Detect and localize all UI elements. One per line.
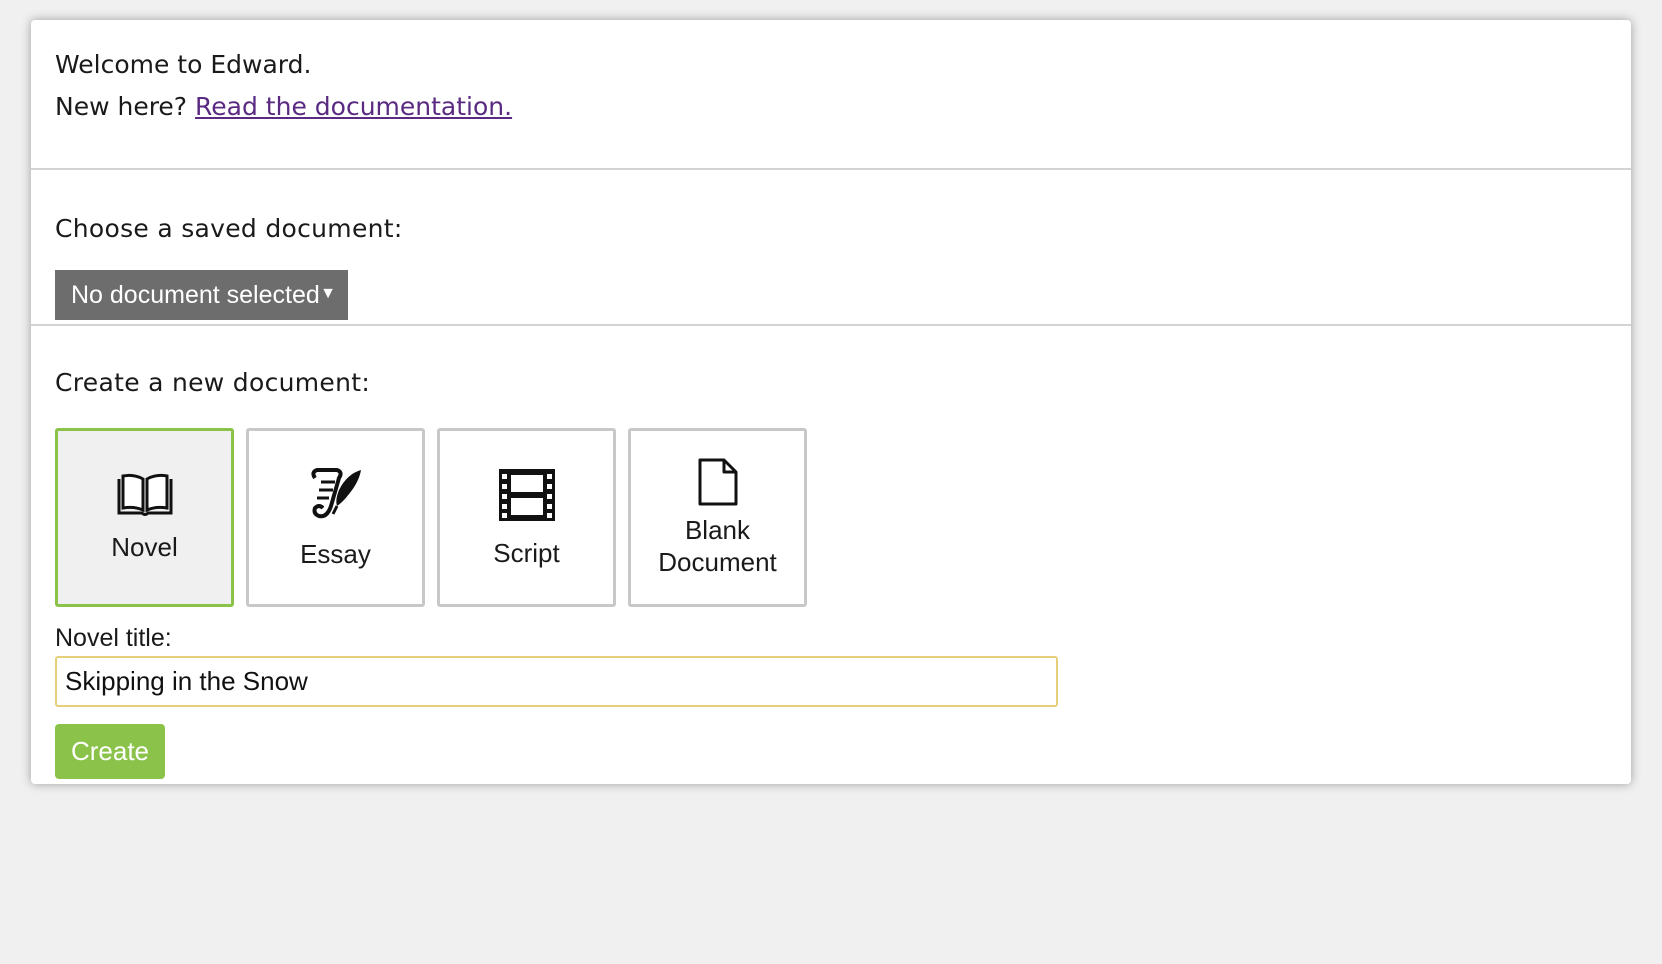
welcome-section: Welcome to Edward. New here? Read the do… <box>31 20 1631 170</box>
document-type-blank-label: Blank Document <box>658 514 777 578</box>
blank-label-line-2: Document <box>658 546 777 577</box>
documentation-link[interactable]: Read the documentation. <box>195 92 512 121</box>
welcome-line: New here? Read the documentation. <box>55 92 512 121</box>
document-type-novel-label: Novel <box>111 531 178 562</box>
film-strip-icon <box>498 468 555 521</box>
document-type-essay-label: Essay <box>300 538 371 569</box>
blank-page-icon <box>698 458 737 505</box>
saved-document-selected-value: No document selected <box>71 280 320 309</box>
saved-document-label: Choose a saved document: <box>55 214 403 243</box>
open-book-icon <box>117 473 172 516</box>
main-card: Welcome to Edward. New here? Read the do… <box>31 20 1631 784</box>
novel-title-label: Novel title: <box>55 624 172 652</box>
document-type-options: Novel Essay Script Blank Document <box>55 428 807 607</box>
novel-title-input[interactable] <box>55 656 1058 707</box>
create-document-section: Create a new document: Novel Essay Scrip… <box>31 326 1631 784</box>
document-type-script-label: Script <box>493 537 560 568</box>
saved-document-select[interactable]: No document selected ▼ <box>55 270 348 320</box>
blank-label-line-1: Blank <box>684 514 751 545</box>
document-type-essay[interactable]: Essay <box>246 428 425 607</box>
saved-document-section: Choose a saved document: No document sel… <box>31 170 1631 326</box>
document-type-script[interactable]: Script <box>437 428 616 607</box>
welcome-title: Welcome to Edward. <box>55 50 312 79</box>
document-type-novel[interactable]: Novel <box>55 428 234 607</box>
new-here-text: New here? <box>55 92 188 121</box>
caret-down-icon: ▼ <box>320 285 336 302</box>
quill-scroll-icon <box>310 467 361 518</box>
document-type-blank[interactable]: Blank Document <box>628 428 807 607</box>
create-button[interactable]: Create <box>55 724 165 779</box>
create-document-label: Create a new document: <box>55 368 371 397</box>
